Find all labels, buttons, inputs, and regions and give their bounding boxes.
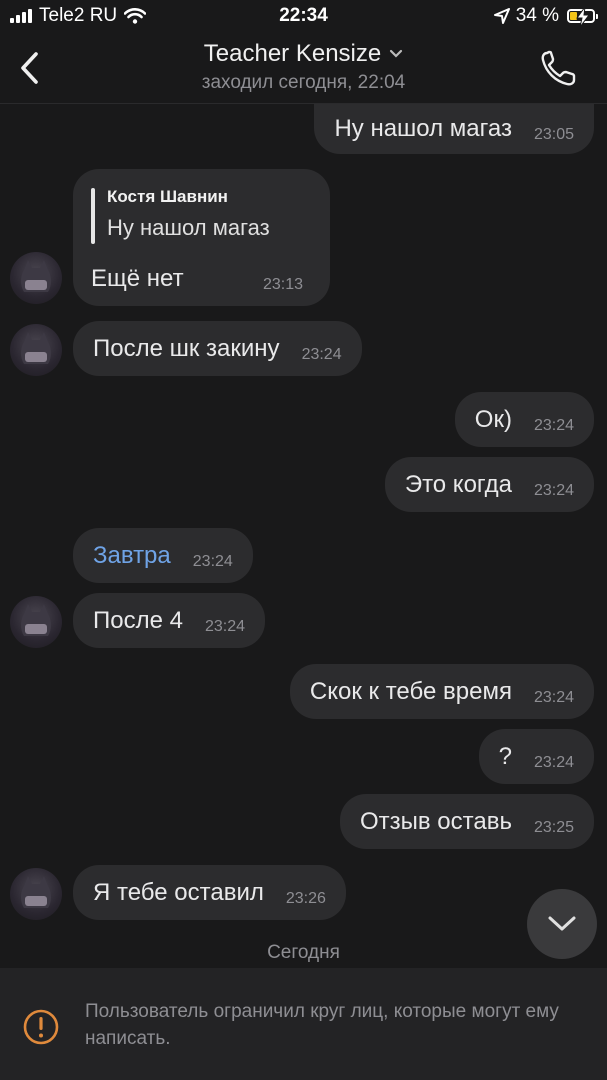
status-right: 34 %	[493, 5, 598, 27]
avatar[interactable]	[10, 868, 62, 920]
message-outgoing[interactable]: Это когда 23:24	[384, 457, 594, 512]
message-text: ?	[498, 742, 512, 770]
message-text: Ну нашол магаз	[334, 115, 512, 142]
message-time: 23:25	[533, 818, 574, 836]
message-list[interactable]: Ну нашол магаз 23:05 Костя Шавнин Ну наш…	[0, 104, 607, 968]
message-time: 23:24	[192, 552, 233, 570]
message-incoming-reply[interactable]: Костя Шавнин Ну нашол магаз Ещё нет 23:1…	[73, 169, 330, 306]
avatar[interactable]	[10, 324, 62, 376]
charging-bolt-icon	[576, 7, 590, 27]
message-incoming[interactable]: После шк закину 23:24	[73, 321, 362, 376]
message-text: Ещё нет	[91, 265, 184, 292]
message-time: 23:24	[533, 416, 574, 434]
avatar[interactable]	[10, 596, 62, 648]
chevron-down-icon	[390, 49, 403, 58]
message-time: 23:24	[301, 345, 342, 363]
message-time: 23:24	[533, 753, 574, 771]
chevron-down-icon	[548, 916, 576, 931]
message-incoming[interactable]: Я тебе оставил 23:26	[73, 865, 346, 920]
location-arrow-icon	[493, 8, 510, 24]
message-time: 23:24	[533, 481, 574, 499]
message-text: После 4	[93, 606, 183, 634]
message-text: Я тебе оставил	[93, 878, 264, 906]
message-outgoing[interactable]: Ну нашол магаз 23:05	[314, 104, 594, 154]
warning-icon	[23, 1009, 59, 1045]
back-button[interactable]	[14, 48, 48, 88]
scroll-to-bottom-button[interactable]	[527, 889, 597, 959]
message-time: 23:13	[263, 276, 304, 293]
chat-title: Teacher Kensize	[203, 40, 382, 67]
message-time: 23:24	[533, 688, 574, 706]
reply-text: Ну нашол магаз	[107, 215, 270, 240]
message-link[interactable]: Завтра	[93, 542, 171, 570]
restriction-notice: Пользователь ограничил круг лиц, которые…	[85, 1001, 559, 1049]
message-text: Это когда	[404, 470, 512, 498]
status-bar: Tele2 RU 22:34 34 %	[0, 0, 607, 34]
message-outgoing[interactable]: Скок к тебе время 23:24	[289, 664, 594, 719]
message-outgoing[interactable]: ? 23:24	[478, 729, 594, 784]
call-button[interactable]	[537, 48, 579, 90]
message-text: После шк закину	[93, 334, 280, 362]
date-separator: Сегодня	[267, 942, 340, 963]
reply-bar	[91, 188, 95, 244]
battery-icon	[567, 7, 598, 27]
message-text: Скок к тебе время	[309, 677, 512, 705]
last-seen: заходил сегодня, 22:04	[201, 72, 406, 93]
chat-title-area[interactable]: Teacher Kensize заходил сегодня, 22:04	[100, 40, 507, 94]
message-text: Отзыв оставь	[359, 807, 512, 835]
reply-author: Костя Шавнин	[107, 187, 228, 206]
message-text: Ок)	[474, 405, 512, 433]
message-time: 23:05	[533, 126, 574, 143]
chat-header: Teacher Kensize заходил сегодня, 22:04	[0, 34, 607, 104]
message-time: 23:24	[204, 617, 246, 635]
message-outgoing[interactable]: Ок) 23:24	[454, 392, 594, 447]
message-incoming[interactable]: После 4 23:24	[73, 593, 266, 648]
message-incoming[interactable]: Завтра 23:24	[73, 528, 253, 583]
restriction-footer: Пользователь ограничил круг лиц, которые…	[0, 968, 607, 1080]
message-time: 23:26	[285, 889, 326, 907]
battery-percent: 34 %	[515, 5, 559, 26]
message-outgoing[interactable]: Отзыв оставь 23:25	[339, 794, 594, 849]
avatar[interactable]	[10, 252, 62, 304]
